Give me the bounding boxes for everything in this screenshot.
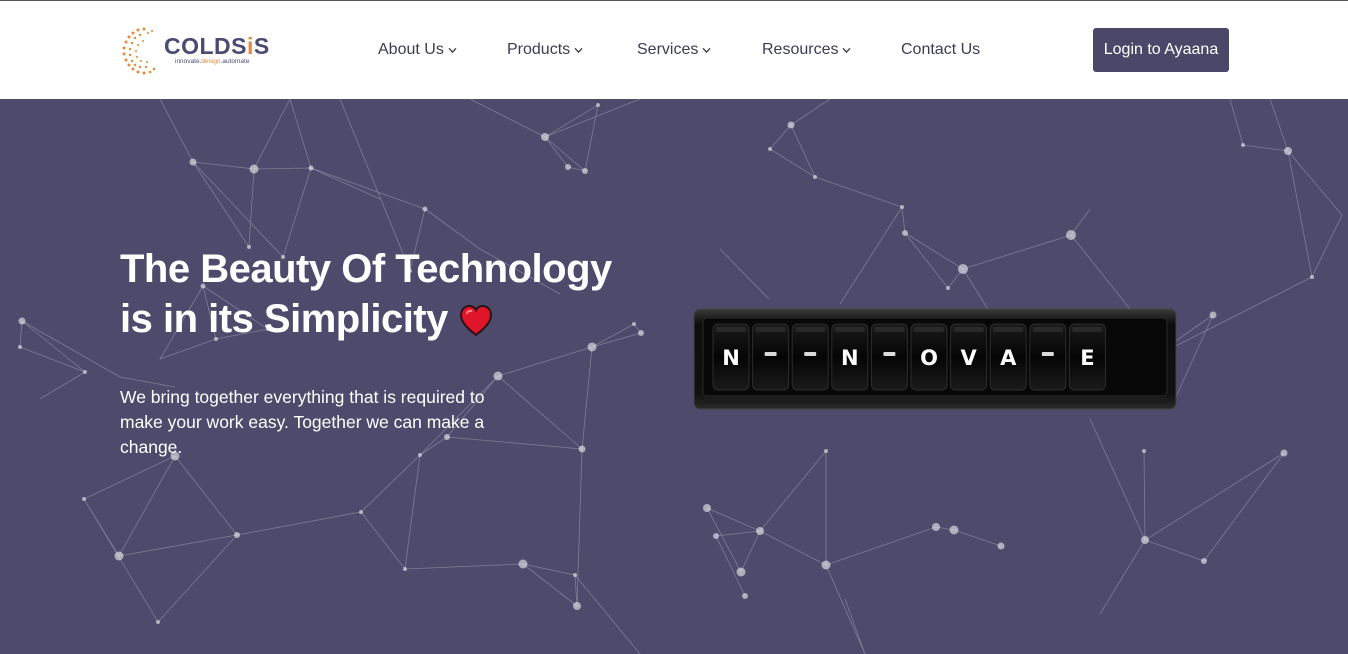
device-key: E xyxy=(1068,323,1106,391)
device-key xyxy=(1029,323,1067,391)
nav-products-label: Products xyxy=(507,41,571,58)
nav-about-us[interactable]: About Us xyxy=(378,41,457,59)
hero-section: The Beauty Of Technology is in its Simpl… xyxy=(0,99,1348,654)
chevron-down-icon xyxy=(703,47,711,53)
heart-icon xyxy=(459,305,492,337)
device-key: V xyxy=(950,323,988,391)
device-key-letter: E xyxy=(1080,346,1094,370)
device-key xyxy=(752,323,790,391)
nav-contact-us[interactable]: Contact Us xyxy=(901,41,980,59)
logo-wordmark: COLDSiS xyxy=(164,33,270,59)
nav-services-label: Services xyxy=(637,41,699,58)
nav-resources-label: Resources xyxy=(762,41,839,58)
device-key-letter: A xyxy=(1000,346,1017,370)
device-key: O xyxy=(910,323,948,391)
device-key xyxy=(870,323,908,391)
chevron-down-icon xyxy=(574,47,583,53)
device-key: A xyxy=(989,323,1027,391)
device-key xyxy=(791,323,829,391)
site-header: COLDSiS innovate.design.automate About U… xyxy=(0,1,1348,99)
login-button[interactable]: Login to Ayaana xyxy=(1093,28,1229,72)
chevron-down-icon xyxy=(448,47,457,53)
device-key-letter: V xyxy=(960,346,977,370)
coldsis-logo[interactable]: COLDSiS innovate.design.automate xyxy=(120,23,270,79)
nav-products[interactable]: Products xyxy=(507,41,583,59)
nav-about-us-label: About Us xyxy=(378,41,444,58)
innovate-flip-device: N N OVA E xyxy=(693,308,1177,410)
device-key-letter: O xyxy=(920,346,938,370)
chevron-down-icon xyxy=(843,47,851,53)
nav-resources[interactable]: Resources xyxy=(762,41,851,59)
device-key-letter: N xyxy=(841,346,859,370)
nav-services[interactable]: Services xyxy=(637,41,711,59)
hero-subtext: We bring together everything that is req… xyxy=(120,387,485,457)
hero-headline: The Beauty Of Technology is in its Simpl… xyxy=(120,244,612,344)
device-key: N xyxy=(712,323,750,391)
device-key: N xyxy=(831,323,869,391)
coldsis-logo-icon xyxy=(122,27,156,75)
hero-headline-line2-wrap: is in its Simplicity xyxy=(120,294,612,344)
nav-contact-us-label: Contact Us xyxy=(901,41,981,58)
logo-tagline: innovate.design.automate xyxy=(175,58,250,65)
hero-headline-line1: The Beauty Of Technology xyxy=(120,247,612,291)
hero-headline-line2: is in its Simplicity xyxy=(120,297,448,341)
device-key-letter: N xyxy=(722,346,740,370)
